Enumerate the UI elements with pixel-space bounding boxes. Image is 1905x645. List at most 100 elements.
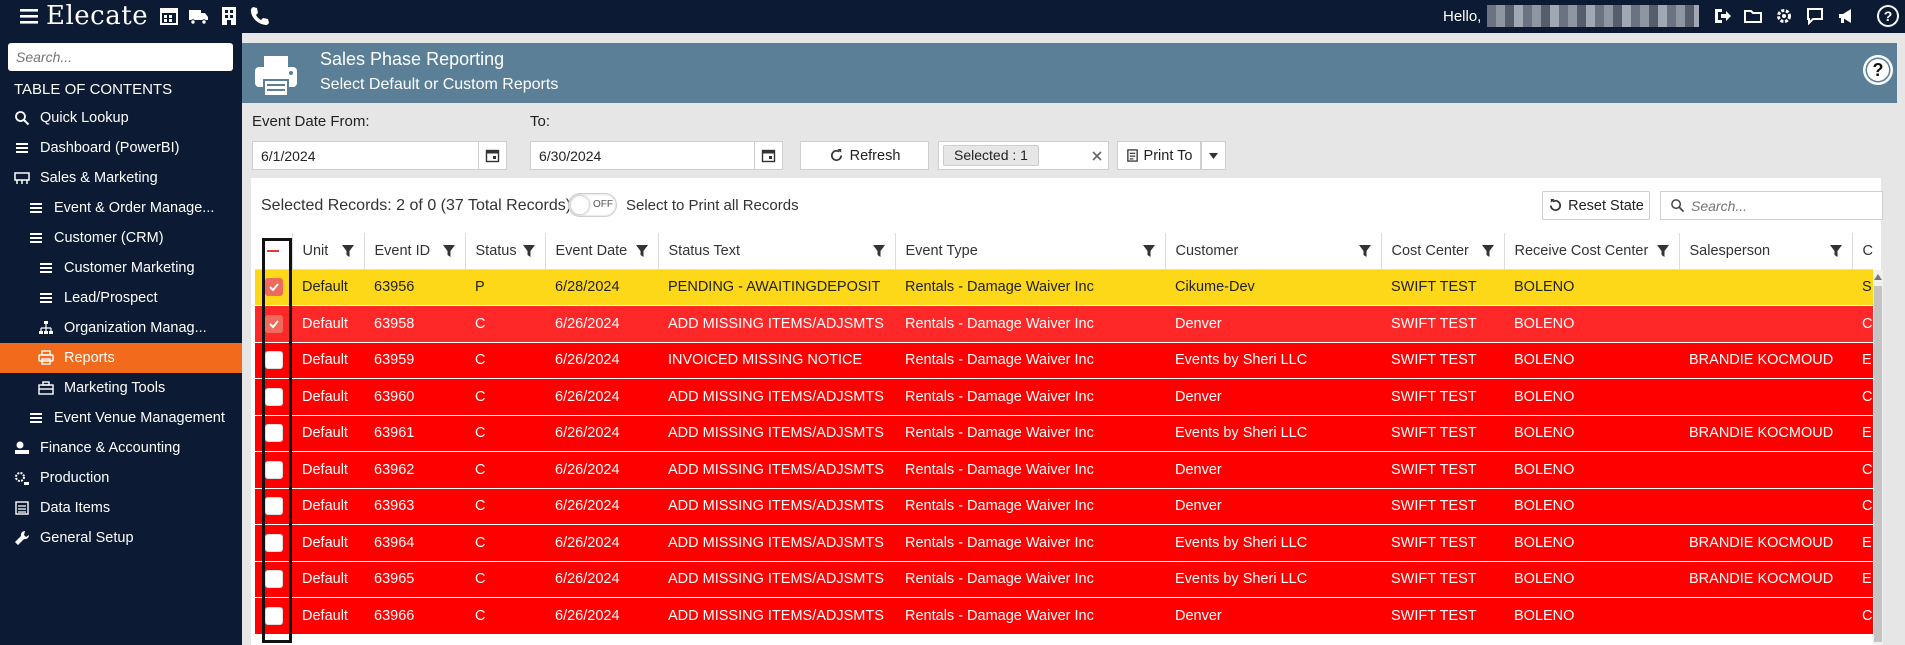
table-row[interactable]: Default 63956 P 6/28/2024 PENDING - AWAITING…: [255, 269, 1873, 306]
toggle-state-label: OFF: [593, 199, 613, 210]
date-from-input[interactable]: [253, 142, 478, 169]
column-header-receive-cost-center[interactable]: Receive Cost Center: [1504, 233, 1680, 270]
sidebar-item-event-order-manage[interactable]: Event & Order Manage...: [0, 193, 242, 223]
print-to-button[interactable]: Print To: [1117, 141, 1201, 170]
row-checkbox[interactable]: [264, 533, 283, 552]
filter-icon[interactable]: [872, 244, 886, 258]
filter-icon[interactable]: [635, 244, 649, 258]
filter-icon[interactable]: [341, 244, 355, 258]
filter-icon[interactable]: [1358, 244, 1372, 258]
print-to-dropdown-button[interactable]: [1201, 141, 1226, 170]
table-row[interactable]: Default 63959 C 6/26/2024 INVOICED MISSING N…: [255, 342, 1873, 379]
clear-selection-icon[interactable]: [1090, 149, 1104, 163]
row-checkbox[interactable]: [264, 387, 283, 406]
column-header-unit[interactable]: Unit: [292, 233, 365, 270]
sidebar-item-organization-manag[interactable]: Organization Manag...: [0, 313, 242, 343]
filter-icon[interactable]: [442, 244, 456, 258]
row-checkbox-checked[interactable]: [264, 278, 283, 297]
sidebar-item-quick-lookup[interactable]: Quick Lookup: [0, 103, 242, 133]
grid-search-field[interactable]: [1660, 191, 1883, 220]
sidebar-item-reports[interactable]: Reports: [0, 343, 242, 373]
page-help-icon[interactable]: ?: [1862, 54, 1894, 86]
filter-icon[interactable]: [1481, 244, 1495, 258]
row-checkbox[interactable]: [264, 351, 283, 370]
table-row[interactable]: Default 63966 C 6/26/2024 ADD MISSING ITEMS/…: [255, 597, 1873, 635]
column-header-label: C: [1862, 242, 1873, 259]
table-row[interactable]: Default 63964 C 6/26/2024 ADD MISSING ITEMS/…: [255, 524, 1873, 562]
filter-icon[interactable]: [522, 244, 536, 258]
sidebar-item-marketing-tools[interactable]: Marketing Tools: [0, 373, 242, 403]
sidebar-search-input[interactable]: [8, 43, 233, 71]
column-header-c[interactable]: C: [1852, 233, 1873, 270]
row-checkbox[interactable]: [264, 497, 283, 516]
folder-icon[interactable]: [1743, 6, 1763, 26]
date-to-calendar-button[interactable]: [754, 142, 782, 169]
column-header-status-text[interactable]: Status Text: [658, 233, 896, 270]
sidebar-item-lead-prospect[interactable]: Lead/Prospect: [0, 283, 242, 313]
truck-icon[interactable]: [188, 5, 210, 27]
date-to-input[interactable]: [531, 142, 754, 169]
table-row[interactable]: Default 63962 C 6/26/2024 ADD MISSING ITEMS/…: [255, 451, 1873, 489]
select-all-header[interactable]: [255, 233, 293, 270]
row-checkbox-checked[interactable]: [264, 314, 283, 333]
sidebar-item-data-items[interactable]: Data Items: [0, 493, 242, 523]
hamburger-menu-icon[interactable]: [18, 5, 40, 27]
sidebar-item-finance-accounting[interactable]: Finance & Accounting: [0, 433, 242, 463]
table-vertical-scrollbar[interactable]: [1873, 270, 1883, 645]
sidebar-item-label: Customer Marketing: [64, 260, 195, 276]
calendar-icon[interactable]: [158, 5, 180, 27]
app-logo[interactable]: Elecate: [46, 3, 148, 29]
date-to-field[interactable]: [530, 141, 783, 170]
scrollbar-thumb[interactable]: [1874, 286, 1882, 642]
date-from-label: Event Date From:: [252, 113, 370, 130]
row-checkbox[interactable]: [264, 424, 283, 443]
column-header-status[interactable]: Status: [465, 233, 546, 270]
selected-report-field[interactable]: Selected : 1: [938, 141, 1109, 170]
help-icon[interactable]: ?: [1876, 4, 1900, 28]
filter-icon[interactable]: [1656, 244, 1670, 258]
scroll-up-arrow[interactable]: [1874, 274, 1882, 280]
column-header-cost-center[interactable]: Cost Center: [1381, 233, 1505, 270]
select-all-indeterminate-icon[interactable]: [267, 249, 280, 252]
sidebar-item-customer-crm[interactable]: Customer (CRM): [0, 223, 242, 253]
sidebar-item-event-venue-management[interactable]: Event Venue Management: [0, 403, 242, 433]
column-header-event-type[interactable]: Event Type: [895, 233, 1166, 270]
cell-salesperson: [1679, 378, 1852, 416]
phone-icon[interactable]: [248, 5, 270, 27]
column-header-event-id[interactable]: Event ID: [364, 233, 466, 270]
filter-icon[interactable]: [1829, 244, 1843, 258]
chat-icon[interactable]: [1805, 6, 1825, 26]
table-row[interactable]: Default 63960 C 6/26/2024 ADD MISSING ITEMS/…: [255, 378, 1873, 416]
filter-icon[interactable]: [1142, 244, 1156, 258]
date-from-calendar-button[interactable]: [478, 142, 506, 169]
column-header-event-date[interactable]: Event Date: [545, 233, 659, 270]
building-icon[interactable]: [218, 5, 240, 27]
reset-state-button[interactable]: Reset State: [1542, 191, 1650, 220]
refresh-button[interactable]: Refresh: [800, 141, 929, 170]
date-from-field[interactable]: [252, 141, 507, 170]
gear-icon[interactable]: [1774, 6, 1794, 26]
sidebar-item-production[interactable]: Production: [0, 463, 242, 493]
print-all-toggle[interactable]: OFF: [568, 193, 617, 217]
sidebar-item-dashboard-powerbi[interactable]: Dashboard (PowerBI): [0, 133, 242, 163]
table-row[interactable]: Default 63958 C 6/26/2024 ADD MISSING ITEMS/…: [255, 305, 1873, 343]
cell-receive-cost-center: BOLENO: [1504, 305, 1679, 343]
table-row[interactable]: Default 63963 C 6/26/2024 ADD MISSING ITEMS/…: [255, 488, 1873, 525]
sidebar-item-general-setup[interactable]: General Setup: [0, 523, 242, 553]
table-row[interactable]: Default 63961 C 6/26/2024 ADD MISSING ITEMS/…: [255, 415, 1873, 452]
cell-event-id: 63965: [364, 561, 465, 598]
column-header-salesperson[interactable]: Salesperson: [1679, 233, 1853, 270]
row-checkbox[interactable]: [264, 570, 283, 589]
table-row[interactable]: Default 63965 C 6/26/2024 ADD MISSING ITEMS/…: [255, 561, 1873, 598]
megaphone-icon[interactable]: [1836, 6, 1856, 26]
sidebar-item-sales-marketing[interactable]: Sales & Marketing: [0, 163, 242, 193]
logout-icon[interactable]: [1712, 6, 1732, 26]
cell-c: E: [1852, 342, 1873, 379]
grid-search-input[interactable]: [1691, 192, 1871, 219]
sidebar-item-label: Lead/Prospect: [64, 290, 158, 306]
column-header-customer[interactable]: Customer: [1165, 233, 1382, 270]
row-checkbox[interactable]: [264, 460, 283, 479]
row-checkbox[interactable]: [264, 606, 283, 625]
toolbox-icon: [38, 381, 54, 395]
sidebar-item-customer-marketing[interactable]: Customer Marketing: [0, 253, 242, 283]
